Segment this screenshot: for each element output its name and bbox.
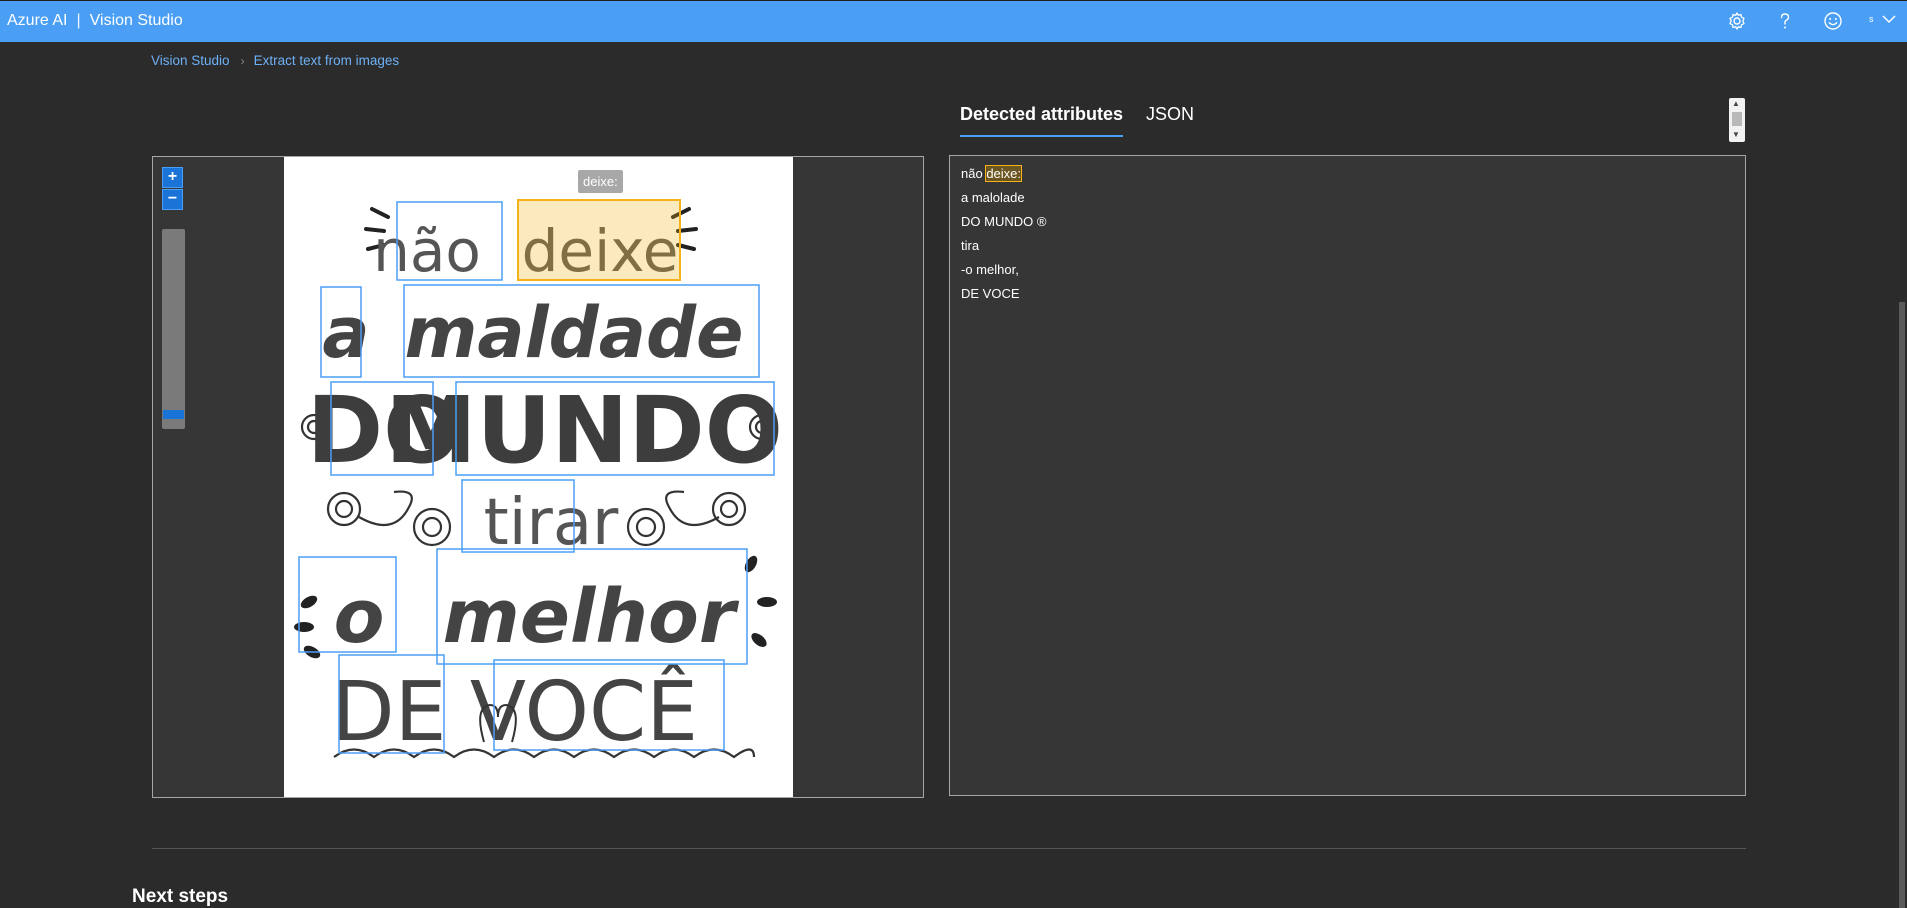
feedback-smiley-icon[interactable] bbox=[1823, 11, 1843, 31]
tab-detected-attributes[interactable]: Detected attributes bbox=[960, 104, 1124, 137]
product-name: Vision Studio bbox=[89, 12, 183, 29]
lettering-artwork: não deixe a maldade DO MUNDO tirar o mel… bbox=[294, 199, 783, 760]
next-steps-heading: Next steps bbox=[132, 886, 229, 907]
account-menu[interactable]: s bbox=[1869, 14, 1896, 24]
art-word-6: MUNDO bbox=[385, 377, 783, 484]
scroll-up-icon[interactable]: ▲ bbox=[1732, 99, 1740, 108]
page-scrollbar[interactable] bbox=[1897, 84, 1907, 908]
image-viewer[interactable]: + − não a maldade DO MUNDO tirar o melho… bbox=[152, 156, 924, 798]
account-icon: s bbox=[1869, 14, 1874, 24]
breadcrumb-extract-text[interactable]: Extract text from images bbox=[254, 53, 400, 68]
word-box-deixe-highlighted bbox=[517, 199, 681, 281]
detected-text-panel: não deixe: a malolade DO MUNDO ® tira -o… bbox=[949, 155, 1746, 796]
analyzed-image: não deixe a maldade DO MUNDO tirar o mel… bbox=[284, 157, 793, 797]
result-line-2[interactable]: a malolade bbox=[961, 190, 1025, 205]
section-divider bbox=[152, 848, 1746, 849]
brand-name: Azure AI bbox=[7, 12, 68, 29]
art-word-1: não bbox=[373, 217, 481, 285]
result-line-3[interactable]: DO MUNDO ® bbox=[961, 214, 1046, 229]
tab-json[interactable]: JSON bbox=[1146, 104, 1194, 135]
art-word-9: melhor bbox=[443, 574, 740, 660]
gear-icon[interactable] bbox=[1727, 11, 1747, 31]
tabs-scrollbar[interactable]: ▲ ▼ bbox=[1729, 98, 1745, 142]
result-word-highlighted[interactable]: deixe: bbox=[985, 165, 1023, 182]
result-line-5[interactable]: -o melhor, bbox=[961, 262, 1019, 277]
breadcrumb-chevron-icon: › bbox=[240, 53, 245, 68]
result-line-4[interactable]: tira bbox=[961, 238, 979, 253]
breadcrumb-vision-studio[interactable]: Vision Studio bbox=[151, 53, 230, 68]
page-scrollbar-thumb[interactable] bbox=[1899, 302, 1905, 908]
zoom-slider-thumb[interactable] bbox=[163, 410, 184, 420]
scroll-down-icon[interactable]: ▼ bbox=[1732, 130, 1740, 139]
zoom-out-button[interactable]: − bbox=[162, 189, 183, 210]
result-line-6[interactable]: DE VOCE bbox=[961, 286, 1020, 301]
art-word-3: a bbox=[322, 292, 369, 374]
word-tooltip: deixe: bbox=[578, 170, 623, 193]
art-word-10: DE bbox=[332, 665, 447, 760]
help-icon[interactable] bbox=[1775, 11, 1795, 31]
breadcrumb: Vision Studio › Extract text from images bbox=[151, 53, 399, 68]
zoom-slider[interactable] bbox=[162, 229, 185, 429]
result-word: não bbox=[961, 166, 987, 181]
art-word-11: VOCÊ bbox=[470, 663, 698, 760]
art-word-8: o bbox=[334, 574, 385, 660]
zoom-in-button[interactable]: + bbox=[162, 167, 183, 188]
brand-separator: | bbox=[76, 12, 81, 29]
tabs-scrollbar-thumb[interactable] bbox=[1732, 112, 1742, 126]
top-bar: Azure AI | Vision Studio s bbox=[0, 0, 1907, 42]
chevron-down-icon bbox=[1881, 15, 1896, 24]
art-word-4: maldade bbox=[404, 292, 743, 374]
result-line-1[interactable]: não deixe: bbox=[961, 165, 1023, 182]
brand[interactable]: Azure AI | Vision Studio bbox=[7, 12, 183, 30]
